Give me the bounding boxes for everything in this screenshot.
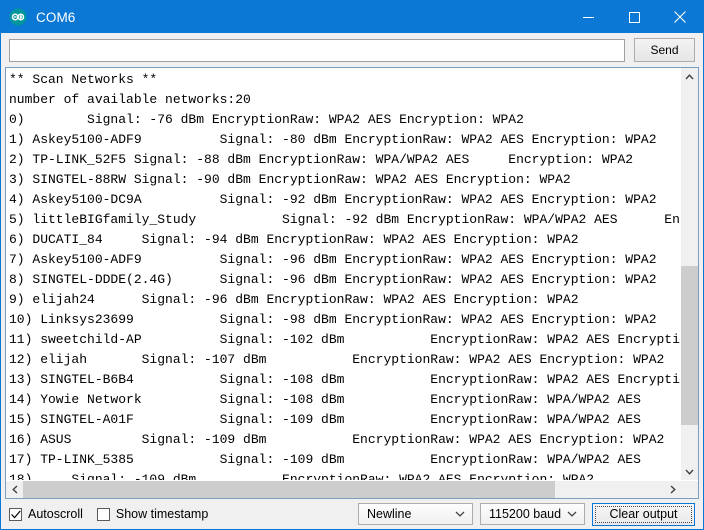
- autoscroll-checkbox-box[interactable]: [9, 508, 22, 521]
- checkmark-icon: [11, 510, 21, 519]
- scrollbar-corner: [681, 481, 698, 498]
- chevron-down-icon: [455, 504, 465, 524]
- scroll-down-button[interactable]: [681, 463, 698, 480]
- send-input[interactable]: [9, 39, 625, 62]
- window-controls: [565, 1, 703, 33]
- console-output-text: ** Scan Networks ** number of available …: [9, 70, 680, 480]
- bottom-toolbar: Autoscroll Show timestamp Newline 115200…: [1, 499, 703, 529]
- maximize-icon: [629, 12, 640, 23]
- close-icon: [674, 11, 686, 23]
- chevron-left-icon: [12, 485, 18, 494]
- title-bar[interactable]: COM6: [1, 1, 703, 33]
- scroll-left-button[interactable]: [6, 481, 23, 498]
- autoscroll-checkbox[interactable]: Autoscroll: [9, 507, 83, 521]
- close-button[interactable]: [657, 1, 703, 33]
- horizontal-scrollbar[interactable]: [6, 480, 698, 498]
- scroll-right-button[interactable]: [664, 481, 681, 498]
- arduino-infinity-icon: [9, 8, 27, 26]
- maximize-button[interactable]: [611, 1, 657, 33]
- clear-output-button[interactable]: Clear output: [592, 503, 695, 526]
- chevron-down-icon: [567, 504, 577, 524]
- serial-monitor-window: COM6 Send **: [0, 0, 704, 530]
- baud-rate-select[interactable]: 115200 baud: [480, 503, 585, 525]
- chevron-down-icon: [685, 469, 694, 475]
- horizontal-scroll-thumb[interactable]: [23, 481, 555, 498]
- vertical-scroll-track[interactable]: [681, 85, 698, 463]
- scroll-up-button[interactable]: [681, 68, 698, 85]
- vertical-scrollbar[interactable]: [680, 68, 698, 480]
- horizontal-scroll-track[interactable]: [23, 481, 664, 498]
- show-timestamp-checkbox-box[interactable]: [97, 508, 110, 521]
- console-body: ** Scan Networks ** number of available …: [6, 68, 698, 480]
- baud-rate-value: 115200 baud: [481, 507, 561, 521]
- chevron-right-icon: [670, 485, 676, 494]
- send-row: Send: [1, 33, 703, 67]
- send-button[interactable]: Send: [634, 38, 695, 62]
- console-panel: ** Scan Networks ** number of available …: [5, 67, 699, 499]
- minimize-button[interactable]: [565, 1, 611, 33]
- minimize-icon: [583, 12, 594, 23]
- show-timestamp-checkbox[interactable]: Show timestamp: [97, 507, 208, 521]
- autoscroll-label: Autoscroll: [28, 507, 83, 521]
- console-output[interactable]: ** Scan Networks ** number of available …: [6, 68, 680, 480]
- vertical-scroll-thumb[interactable]: [681, 266, 698, 425]
- chevron-up-icon: [685, 74, 694, 80]
- line-ending-value: Newline: [359, 507, 411, 521]
- line-ending-select[interactable]: Newline: [358, 503, 473, 525]
- show-timestamp-label: Show timestamp: [116, 507, 208, 521]
- window-title: COM6: [36, 10, 565, 25]
